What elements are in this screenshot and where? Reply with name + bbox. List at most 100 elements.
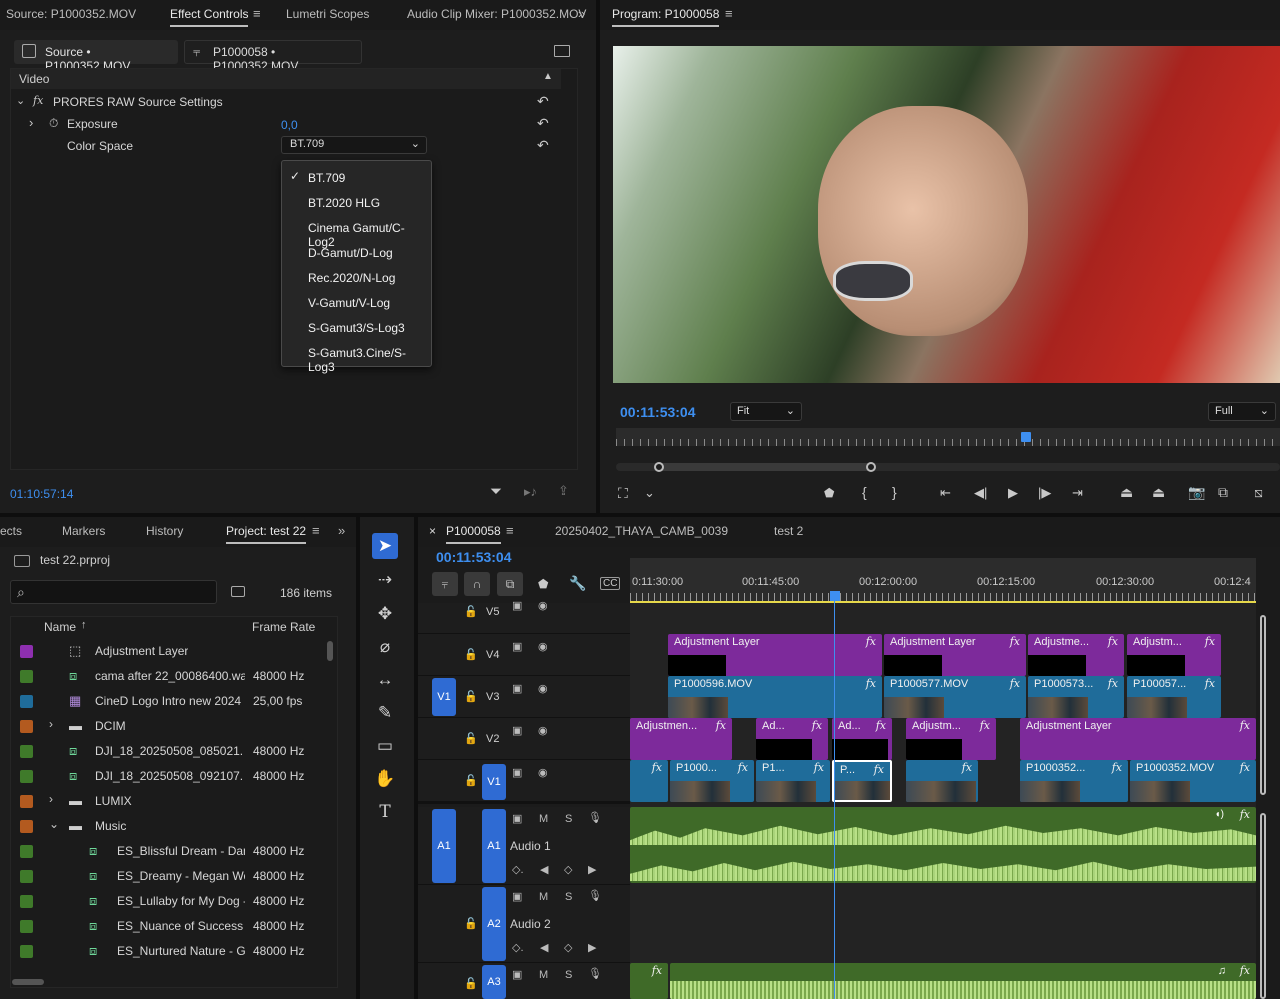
a1-target[interactable]: A1 xyxy=(482,809,506,883)
zoom-scrollbar[interactable] xyxy=(616,462,1280,472)
program-playhead[interactable] xyxy=(1021,432,1031,442)
v1-clip-p1000[interactable]: P1000... fx xyxy=(670,760,754,802)
program-title[interactable]: Program: P1000058 xyxy=(612,7,720,27)
zoom-right-handle[interactable] xyxy=(866,462,876,472)
insert-sequence-icon[interactable]: ⫧ xyxy=(432,572,458,596)
a2-mute[interactable]: M xyxy=(539,891,548,903)
v2-clip-adjustment-4[interactable]: Adjustm... fx xyxy=(906,718,996,760)
label-color-swatch[interactable] xyxy=(20,645,33,658)
menu-item-rec2020-nlog[interactable]: Rec.2020/N-Log xyxy=(308,271,395,285)
label-color-swatch[interactable] xyxy=(20,870,33,883)
v4-clip-adjustment-2[interactable]: Adjustment Layer fx xyxy=(884,634,1026,676)
tab-source[interactable]: Source: P1000352.MOV xyxy=(6,7,136,21)
v5-lock-icon[interactable]: 🔓 xyxy=(464,605,478,618)
go-to-in-icon[interactable]: ⇤ xyxy=(940,485,951,501)
a2-sync-icon[interactable]: ▣ xyxy=(512,890,522,903)
a3-solo[interactable]: S xyxy=(565,969,572,981)
extract-icon[interactable]: ⏏ xyxy=(1152,484,1165,501)
toggle-timeline-icon[interactable] xyxy=(554,45,570,57)
reset-effect-icon[interactable]: ↶ xyxy=(537,93,549,110)
v4-clip-adjustment-1[interactable]: Adjustment Layer fx xyxy=(668,634,882,676)
selection-tool-icon[interactable]: ➤ xyxy=(372,533,398,559)
project-item[interactable]: ⧈ DJI_18_20250508_092107. 48000 Hz xyxy=(11,764,326,789)
project-item[interactable]: ⧈ ES_Lullaby for My Dog - 48000 Hz xyxy=(11,889,326,914)
hand-tool-icon[interactable]: ✋ xyxy=(372,766,398,792)
a3-target[interactable]: A3 xyxy=(482,965,506,999)
menu-item-bt2020-hlg[interactable]: BT.2020 HLG xyxy=(308,196,380,210)
program-timecode[interactable]: 00:11:53:04 xyxy=(620,404,696,420)
label-color-swatch[interactable] xyxy=(20,845,33,858)
v4-clip-adjustment-4[interactable]: Adjustm... fx xyxy=(1127,634,1221,676)
razor-tool-icon[interactable]: ⌀ xyxy=(372,634,398,660)
v5-eye-icon[interactable]: ◉ xyxy=(538,599,548,612)
rectangle-tool-icon[interactable]: ▭ xyxy=(372,733,398,759)
menu-item-cinema-gamut[interactable]: Cinema Gamut/C-Log2 xyxy=(308,221,431,249)
v3-sync-icon[interactable]: ▣ xyxy=(512,682,522,695)
menu-item-s-gamut3-slog3[interactable]: S-Gamut3/S-Log3 xyxy=(308,321,405,335)
safe-margins-icon[interactable]: ⛶ xyxy=(618,485,628,502)
project-item[interactable]: ⬚ Adjustment Layer xyxy=(11,639,326,664)
timeline-playhead-line[interactable] xyxy=(834,601,835,999)
project-item[interactable]: ⧈ DJI_18_20250508_085021. 48000 Hz xyxy=(11,739,326,764)
a3-audio-clip-1[interactable]: fx xyxy=(630,963,668,999)
lift-icon[interactable]: ⏏ xyxy=(1120,484,1133,501)
project-item[interactable]: ⧈ ES_Nuance of Success - 48000 Hz xyxy=(11,914,326,939)
v2-sync-icon[interactable]: ▣ xyxy=(512,724,522,737)
tab-lumetri-scopes[interactable]: Lumetri Scopes xyxy=(286,7,369,21)
captions-icon[interactable]: CC xyxy=(600,577,621,590)
fx-icon[interactable]: fx xyxy=(33,94,43,107)
multicam-icon[interactable]: ⧅ xyxy=(1254,484,1263,501)
label-color-swatch[interactable] xyxy=(20,695,33,708)
close-tab-icon[interactable]: × xyxy=(429,524,436,538)
v1-clip-1[interactable]: fx xyxy=(630,760,668,802)
v3-clip-p1000573[interactable]: P1000573... fx xyxy=(1028,676,1124,718)
timeline-ruler[interactable]: 0:11:30:00 00:11:45:00 00:12:00:00 00:12… xyxy=(630,558,1256,604)
reset-colorspace-icon[interactable]: ↶ xyxy=(537,137,549,154)
v3-eye-icon[interactable]: ◉ xyxy=(538,682,548,695)
a3-lock-icon[interactable]: 🔓 xyxy=(464,977,478,990)
v1-sync-icon[interactable]: ▣ xyxy=(512,766,522,779)
a2-mic-icon[interactable]: 🎙 xyxy=(588,889,602,902)
label-color-swatch[interactable] xyxy=(20,820,33,833)
label-color-swatch[interactable] xyxy=(20,795,33,808)
v4-clip-adjustment-3[interactable]: Adjustme... fx xyxy=(1028,634,1124,676)
label-color-swatch[interactable] xyxy=(20,770,33,783)
v5-sync-icon[interactable]: ▣ xyxy=(512,599,522,612)
timeline-vertical-scrollbar-2[interactable] xyxy=(1260,813,1266,999)
quality-dropdown[interactable]: Full ⌄ xyxy=(1208,402,1276,421)
v4-lock-icon[interactable]: 🔓 xyxy=(464,648,478,661)
label-color-swatch[interactable] xyxy=(20,670,33,683)
project-menu-icon[interactable]: ≡ xyxy=(312,523,320,538)
project-item[interactable]: › ▬ LUMIX xyxy=(11,789,326,814)
v1-clip-p1[interactable]: P1... fx xyxy=(756,760,830,802)
v2-eye-icon[interactable]: ◉ xyxy=(538,724,548,737)
menu-item-d-gamut[interactable]: D-Gamut/D-Log xyxy=(308,246,393,260)
v1-clip-p1000352-a[interactable]: P1000352... fx xyxy=(1020,760,1128,802)
filter-icon[interactable]: ⏷ xyxy=(490,483,502,500)
timeline-playhead-handle[interactable] xyxy=(830,591,840,601)
exposure-value[interactable]: 0,0 xyxy=(281,118,298,132)
project-item[interactable]: ⧈ cama after 22_00086400.wa 48000 Hz xyxy=(11,664,326,689)
track-select-tool-icon[interactable]: ⇢ xyxy=(372,567,398,593)
a1-add-key-icon[interactable]: ◇ xyxy=(564,863,572,876)
settings-chevron-icon[interactable]: ⌄ xyxy=(644,485,655,501)
menu-item-v-gamut[interactable]: V-Gamut/V-Log xyxy=(308,296,390,310)
timeline-vertical-scrollbar[interactable] xyxy=(1260,615,1266,795)
a3-audio-clip-2[interactable]: ♫ fx xyxy=(670,963,1256,999)
v1-target[interactable]: V1 xyxy=(482,764,506,800)
reset-exposure-icon[interactable]: ↶ xyxy=(537,115,549,132)
menu-item-s-gamut3cine-slog3[interactable]: S-Gamut3.Cine/S-Log3 xyxy=(308,346,431,374)
add-marker-icon[interactable]: ⬟ xyxy=(824,486,834,500)
program-time-ruler[interactable] xyxy=(616,428,1280,446)
new-bin-icon[interactable] xyxy=(231,586,245,597)
column-framerate-header[interactable]: Frame Rate xyxy=(252,620,315,634)
zoom-left-handle[interactable] xyxy=(654,462,664,472)
source-clip-button[interactable]: Source • P1000352.MOV xyxy=(14,40,178,73)
a2-target[interactable]: A2 xyxy=(482,887,506,961)
v1-eye-icon[interactable]: ◉ xyxy=(538,766,548,779)
v3-lock-icon[interactable]: 🔓 xyxy=(464,690,478,703)
a3-mic-icon[interactable]: 🎙 xyxy=(588,967,602,980)
tab-sequence-test2[interactable]: test 2 xyxy=(774,524,803,538)
project-item[interactable]: › ▬ DCIM xyxy=(11,714,326,739)
expand-right-chevron-icon[interactable]: › xyxy=(29,115,33,130)
